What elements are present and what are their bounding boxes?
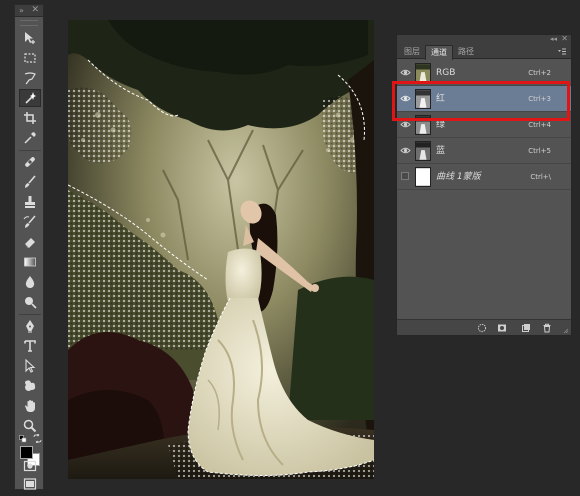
- zoom-icon[interactable]: [19, 417, 41, 435]
- channel-thumbnail: [415, 167, 431, 187]
- channel-name: 蓝: [436, 146, 446, 156]
- close-icon[interactable]: ✕: [31, 5, 39, 15]
- channel-list: RGB Ctrl+2 红 Ctrl+3 绿 Ctrl+4 蓝 Ctrl+5 曲线…: [397, 60, 571, 190]
- channel-name: 曲线 1蒙版: [436, 172, 481, 182]
- panel-header: ◂◂ ✕: [397, 34, 571, 45]
- clone-stamp-icon[interactable]: [19, 193, 41, 211]
- toolbox-header: » ✕: [15, 5, 43, 17]
- highlight-annotation-box: [392, 81, 570, 121]
- channel-row-curves-mask[interactable]: 曲线 1蒙版 Ctrl+\: [397, 164, 571, 190]
- panel-menu-icon[interactable]: [557, 47, 567, 57]
- photoshop-workspace: » ✕ ◂◂ ✕ 图层 通道 路径 RGB Ctrl+2 红 Ctrl+3 绿 …: [0, 0, 580, 496]
- healing-brush-icon[interactable]: [19, 153, 41, 171]
- brush-icon[interactable]: [19, 173, 41, 191]
- path-selection-icon[interactable]: [19, 357, 41, 375]
- toolbox-grip[interactable]: [20, 20, 38, 26]
- magic-wand-icon[interactable]: [19, 89, 41, 107]
- move-icon[interactable]: [19, 29, 41, 47]
- marquee-icon[interactable]: [19, 49, 41, 67]
- collapse-icon[interactable]: ◂◂: [550, 35, 557, 44]
- tab-paths[interactable]: 路径: [453, 45, 479, 59]
- save-selection-icon[interactable]: [497, 323, 507, 333]
- screen-mode-icon[interactable]: [19, 475, 41, 493]
- tab-layers[interactable]: 图层: [399, 45, 425, 59]
- close-icon[interactable]: ✕: [561, 34, 568, 44]
- channel-shortcut: Ctrl+5: [528, 147, 551, 155]
- eyedropper-icon[interactable]: [19, 129, 41, 147]
- visibility-toggle[interactable]: [401, 172, 409, 180]
- panel-tabs: 图层 通道 路径: [397, 45, 571, 60]
- pen-icon[interactable]: [19, 317, 41, 335]
- new-channel-icon[interactable]: [521, 323, 531, 333]
- lasso-icon[interactable]: [19, 69, 41, 87]
- collapse-icon[interactable]: »: [19, 6, 24, 15]
- crop-icon[interactable]: [19, 109, 41, 127]
- gradient-icon[interactable]: [19, 253, 41, 271]
- channel-shortcut: Ctrl+\: [530, 173, 551, 181]
- default-colors-icon[interactable]: [19, 435, 27, 443]
- toolbox: » ✕: [14, 4, 44, 490]
- channel-row-blue[interactable]: 蓝 Ctrl+5: [397, 138, 571, 164]
- tab-channels[interactable]: 通道: [425, 45, 453, 60]
- channel-thumbnail: [415, 141, 431, 161]
- document-canvas[interactable]: [68, 20, 374, 479]
- toolbox-divider: [19, 150, 41, 151]
- eraser-icon[interactable]: [19, 233, 41, 251]
- type-icon[interactable]: [19, 337, 41, 355]
- toolbox-divider: [19, 314, 41, 315]
- load-selection-icon[interactable]: [477, 323, 487, 333]
- swap-colors-icon[interactable]: [33, 434, 42, 443]
- blur-icon[interactable]: [19, 273, 41, 291]
- quick-mask-icon[interactable]: [19, 457, 41, 475]
- hand-icon[interactable]: [19, 397, 41, 415]
- dodge-icon[interactable]: [19, 293, 41, 311]
- delete-channel-icon[interactable]: [542, 323, 552, 333]
- channels-panel: ◂◂ ✕ 图层 通道 路径 RGB Ctrl+2 红 Ctrl+3 绿 Ctrl…: [396, 34, 572, 336]
- resize-grip-icon[interactable]: [563, 328, 569, 334]
- history-brush-icon[interactable]: [19, 213, 41, 231]
- panel-footer: [397, 319, 571, 335]
- photo-bride-in-garden: [68, 20, 374, 479]
- eye-icon[interactable]: [400, 145, 411, 156]
- channel-thumbnail: [415, 63, 431, 83]
- shape-icon[interactable]: [19, 377, 41, 395]
- eye-icon[interactable]: [400, 67, 411, 78]
